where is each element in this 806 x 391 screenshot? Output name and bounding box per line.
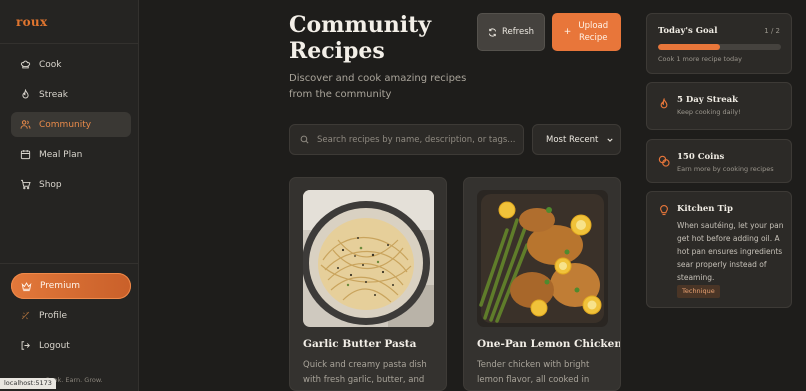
avatar — [21, 311, 30, 320]
upload-recipe-button[interactable]: + Upload Recipe — [552, 13, 621, 51]
crown-icon — [21, 281, 32, 291]
recipe-image-chicken — [477, 190, 608, 327]
page-title: Community Recipes — [289, 12, 432, 64]
coins-title: 150 Coins — [677, 152, 725, 162]
search-icon — [300, 135, 309, 144]
sidebar-item-logout[interactable]: Logout — [11, 333, 131, 358]
sidebar-item-community[interactable]: Community — [11, 112, 131, 137]
sidebar-divider — [0, 263, 139, 264]
kitchen-tip-card: Kitchen Tip When sautéing, let your pan … — [646, 191, 792, 308]
search-box — [289, 124, 524, 155]
upload-label: Upload Recipe — [578, 21, 609, 43]
users-icon — [20, 120, 31, 129]
url-tooltip: localhost:5173 — [0, 378, 56, 389]
goal-subtitle: Cook 1 more recipe today — [658, 55, 743, 63]
cart-icon — [21, 179, 31, 190]
recipe-description: Quick and creamy pasta dish with fresh g… — [303, 360, 427, 385]
tip-title: Kitchen Tip — [677, 204, 733, 214]
recipe-card[interactable]: Garlic Butter Pasta Quick and creamy pas… — [289, 177, 447, 391]
flame-icon — [22, 89, 29, 99]
plus-icon: + — [563, 27, 572, 37]
sidebar-item-label: Cook — [39, 59, 62, 70]
app-logo[interactable]: roux — [16, 15, 47, 29]
coins-subtitle: Earn more by cooking recipes — [677, 165, 774, 173]
sidebar-item-meal-plan[interactable]: Meal Plan — [11, 142, 131, 167]
sidebar-item-label: Profile — [39, 310, 67, 321]
refresh-label: Refresh — [501, 27, 535, 37]
streak-subtitle: Keep cooking daily! — [677, 108, 741, 116]
sort-selected: Most Recent — [546, 134, 599, 145]
tip-tag: Technique — [677, 285, 720, 298]
flame-icon — [660, 98, 668, 109]
calendar-icon — [20, 150, 31, 160]
goal-progress-bar — [658, 44, 781, 50]
sidebar-item-label: Logout — [39, 340, 70, 351]
sidebar-item-cook[interactable]: Cook — [11, 52, 131, 77]
goal-title: Today's Goal — [658, 26, 718, 36]
recipe-title: One-Pan Lemon Chicken — [477, 338, 621, 350]
sidebar-item-profile[interactable]: Profile — [11, 303, 131, 328]
recipe-title: Garlic Butter Pasta — [303, 338, 417, 350]
coins-card: 150 Coins Earn more by cooking recipes — [646, 139, 792, 183]
chef-hat-icon — [20, 60, 31, 69]
recipe-description: Tender chicken with bright lemon flavor,… — [477, 360, 590, 385]
daily-goal-card: Today's Goal 1 / 2 Cook 1 more recipe to… — [646, 13, 792, 74]
goal-count: 1 / 2 — [764, 27, 780, 35]
sidebar-divider — [0, 43, 139, 44]
premium-button[interactable]: Premium — [11, 273, 131, 299]
search-input[interactable] — [317, 134, 517, 145]
streak-title: 5 Day Streak — [677, 95, 738, 105]
sidebar-item-label: Shop — [39, 179, 62, 190]
refresh-icon — [488, 27, 496, 37]
chevron-down-icon — [607, 138, 613, 142]
premium-label: Premium — [40, 281, 81, 291]
logout-icon — [21, 341, 30, 350]
sidebar-item-label: Community — [39, 119, 92, 130]
goal-progress-fill — [658, 44, 720, 50]
streak-card: 5 Day Streak Keep cooking daily! — [646, 82, 792, 130]
sidebar-item-label: Streak — [39, 89, 69, 100]
sidebar-item-shop[interactable]: Shop — [11, 172, 131, 197]
recipe-image-pasta — [303, 190, 434, 327]
sidebar-item-label: Meal Plan — [39, 149, 83, 160]
sort-select[interactable]: Most Recent — [532, 124, 621, 155]
refresh-button[interactable]: Refresh — [477, 13, 545, 51]
tip-text: When sautéing, let your pan get hot befo… — [677, 221, 784, 282]
recipe-card[interactable]: One-Pan Lemon Chicken Tender chicken wit… — [463, 177, 621, 391]
sidebar-item-streak[interactable]: Streak — [11, 82, 131, 107]
coins-icon — [658, 155, 670, 167]
lightbulb-icon — [660, 205, 668, 216]
page-subtitle: Discover and cook amazing recipes from t… — [289, 73, 467, 100]
sidebar: roux Cook Streak Community Meal Plan Sho… — [0, 0, 139, 391]
